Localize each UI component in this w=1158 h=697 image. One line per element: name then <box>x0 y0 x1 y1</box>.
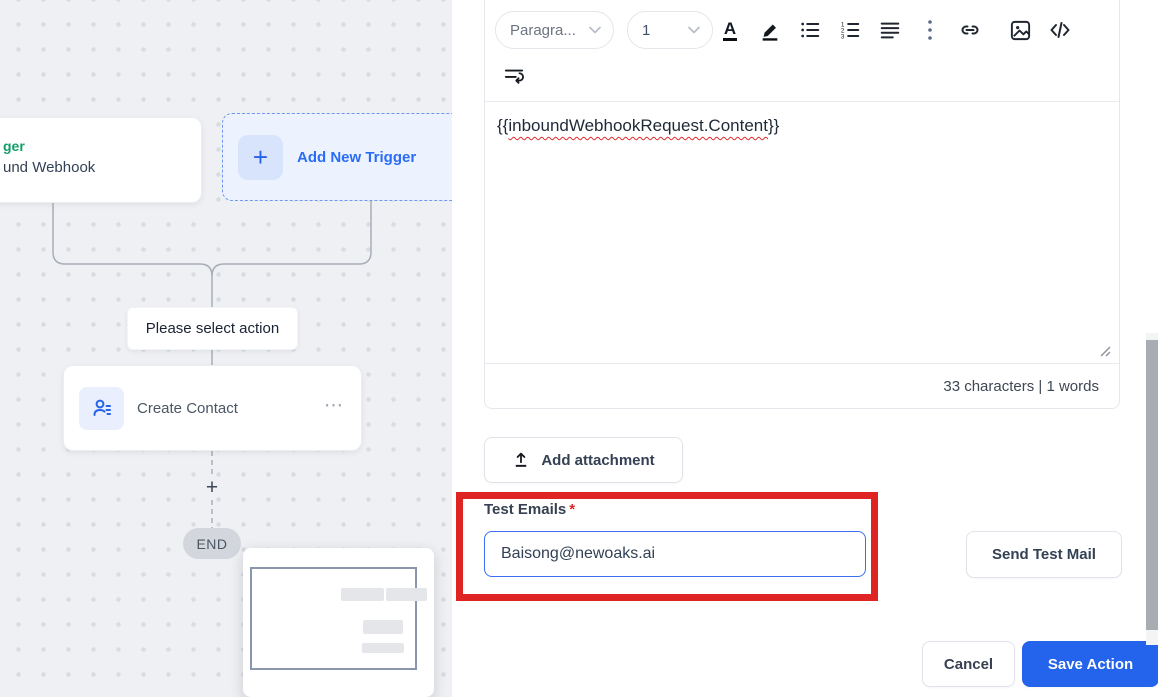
more-options-button[interactable] <box>913 13 947 47</box>
font-size-value: 1 <box>642 21 651 39</box>
cancel-label: Cancel <box>943 655 994 673</box>
insert-link-button[interactable] <box>953 13 987 47</box>
trigger-node-subtitle: und Webhook <box>3 159 96 176</box>
chevron-down-icon <box>688 26 700 34</box>
paragraph-format-dropdown[interactable]: Paragra... <box>495 11 614 49</box>
select-action-text: Please select action <box>145 320 280 337</box>
character-word-count: 33 characters | 1 words <box>943 377 1099 395</box>
image-icon <box>1010 20 1030 40</box>
code-icon <box>1050 22 1070 38</box>
add-new-trigger-button[interactable]: + Add New Trigger <box>222 113 452 201</box>
save-action-label: Save Action <box>1047 655 1134 673</box>
svg-text:3: 3 <box>841 33 845 40</box>
bullet-list-button[interactable] <box>793 13 827 47</box>
save-action-button[interactable]: Save Action <box>1022 641 1158 687</box>
minimap-viewport <box>250 567 417 670</box>
select-action-tooltip: Please select action <box>127 307 298 350</box>
create-contact-node-card[interactable]: Create Contact ⋯ <box>63 365 362 451</box>
add-new-trigger-label: Add New Trigger <box>297 148 417 166</box>
font-size-dropdown[interactable]: 1 <box>627 11 713 49</box>
trigger-node-card[interactable]: ger und Webhook <box>0 117 202 203</box>
align-justify-icon <box>880 22 900 39</box>
code-view-button[interactable] <box>1043 13 1077 47</box>
link-icon <box>961 25 979 35</box>
send-test-mail-button[interactable]: Send Test Mail <box>966 531 1122 578</box>
merge-tag-close: }} <box>767 116 780 135</box>
highlight-button[interactable] <box>753 13 787 47</box>
workflow-canvas[interactable]: ger und Webhook + Add New Trigger Please… <box>0 0 452 697</box>
minimap-node-bar <box>363 620 403 634</box>
node-options-menu-icon[interactable]: ⋯ <box>324 395 345 418</box>
editor-status-bar: 33 characters | 1 words <box>485 363 1119 408</box>
send-test-mail-label: Send Test Mail <box>992 546 1096 563</box>
minimap-node-bar <box>362 643 404 653</box>
action-settings-panel: Paragra... 1 A 1 2 3 {{inboundWebhookReq… <box>452 0 1158 697</box>
chevron-down-icon <box>589 26 601 34</box>
text-color-button[interactable]: A <box>713 13 747 47</box>
align-justify-button[interactable] <box>873 13 907 47</box>
required-asterisk: * <box>569 501 576 518</box>
email-body-editor: Paragra... 1 A 1 2 3 {{inboundWebhookReq… <box>484 0 1120 409</box>
rich-text-toolbar: Paragra... 1 A 1 2 3 <box>485 0 1119 101</box>
contact-icon <box>79 386 124 430</box>
end-badge: END <box>183 528 241 559</box>
plus-icon: + <box>238 134 283 180</box>
ordered-list-icon: 1 2 3 <box>841 21 860 40</box>
test-emails-label: Test Emails * <box>484 501 575 518</box>
create-contact-label: Create Contact <box>137 399 238 417</box>
upload-icon <box>516 452 527 467</box>
kebab-menu-icon <box>928 20 932 40</box>
cancel-button[interactable]: Cancel <box>922 641 1015 687</box>
add-step-plus-icon[interactable]: + <box>201 476 223 500</box>
bullet-list-icon <box>801 22 820 38</box>
workflow-minimap[interactable] <box>243 548 434 697</box>
paragraph-format-value: Paragra... <box>510 21 576 39</box>
test-emails-input[interactable] <box>484 531 866 577</box>
minimap-node-bar <box>386 588 427 601</box>
insert-image-button[interactable] <box>1003 13 1037 47</box>
panel-scrollbar-track[interactable] <box>1146 333 1158 645</box>
ordered-list-button[interactable]: 1 2 3 <box>833 13 867 47</box>
minimap-node-bar <box>341 588 384 601</box>
email-body-textarea[interactable]: {{inboundWebhookRequest.Content}} <box>485 101 1119 363</box>
merge-tag-open: {{ <box>497 116 509 135</box>
trigger-node-title: ger <box>3 138 25 154</box>
app-window: ger und Webhook + Add New Trigger Please… <box>0 0 1158 697</box>
merge-tag-token: inboundWebhookRequest.Content <box>508 116 768 135</box>
add-attachment-label: Add attachment <box>541 451 655 469</box>
text-color-icon: A <box>722 20 738 41</box>
highlighter-icon <box>762 24 778 41</box>
panel-scrollbar-thumb[interactable] <box>1146 340 1158 630</box>
resize-handle-icon[interactable] <box>1099 345 1111 357</box>
text-wrap-icon <box>504 69 524 84</box>
text-wrap-button[interactable] <box>497 59 531 93</box>
add-attachment-button[interactable]: Add attachment <box>484 437 683 483</box>
test-emails-label-text: Test Emails <box>484 501 567 518</box>
